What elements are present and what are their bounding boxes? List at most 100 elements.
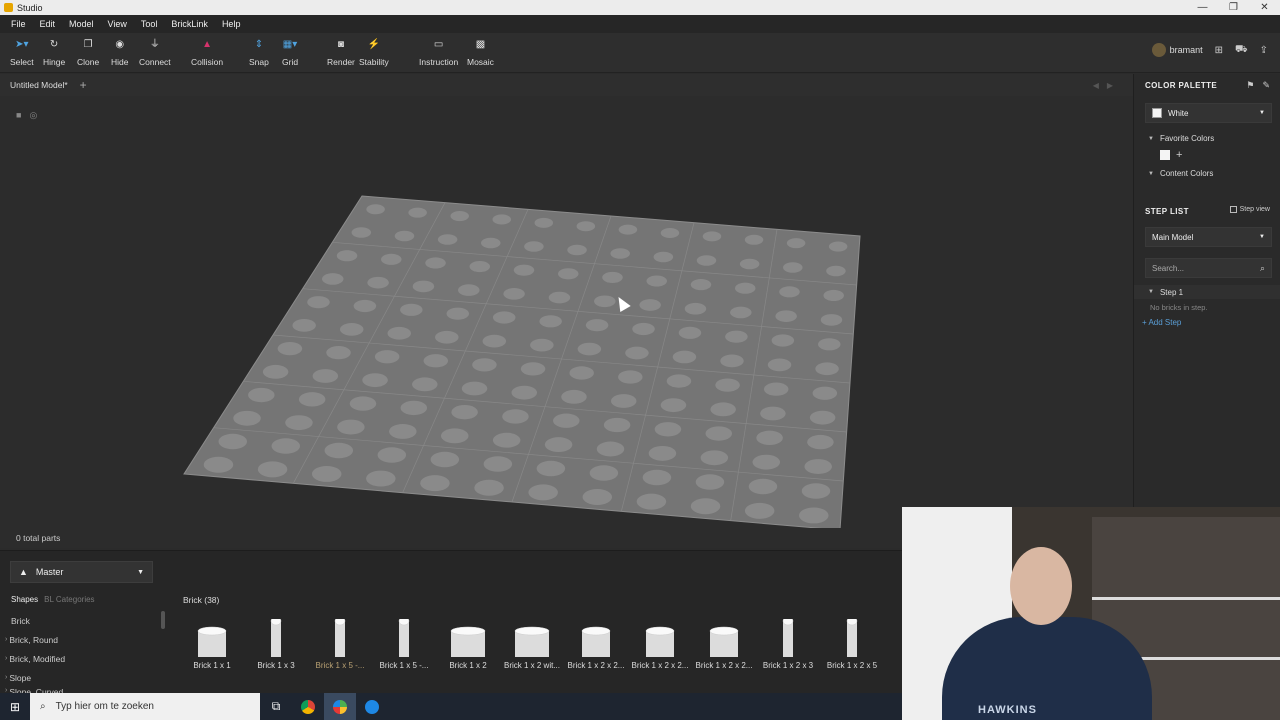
baseplate-stud <box>730 306 752 319</box>
3d-viewport[interactable]: ■ ◎ <box>0 96 1133 528</box>
baseplate-stud <box>589 465 619 481</box>
close-button[interactable]: ✕ <box>1249 2 1280 13</box>
instruction-button[interactable]: ▭ Instruction <box>419 37 458 67</box>
avatar[interactable] <box>1151 43 1166 57</box>
baseplate-stud <box>815 362 839 376</box>
baseplate-stud <box>666 374 692 388</box>
paint-icon[interactable]: ⚑ <box>1246 80 1254 91</box>
baseplate-stud <box>374 350 400 364</box>
brick-part-item[interactable]: Brick 1 x 2 x 3 <box>756 613 820 671</box>
snap-toggle-button[interactable]: ⇕ Snap <box>249 37 269 67</box>
menu-view[interactable]: View <box>101 19 134 29</box>
windows-start-icon[interactable]: ⊞ <box>0 700 30 714</box>
chevron-down-icon: ▼ <box>137 568 144 576</box>
baseplate-stud <box>783 262 803 273</box>
render-button[interactable]: ◙ Render <box>327 37 355 67</box>
category-slope[interactable]: › Slope <box>0 668 166 687</box>
brick-part-item[interactable]: Brick 1 x 2 x 2... <box>692 613 756 671</box>
clone-tool-button[interactable]: ❐ Clone <box>77 37 99 67</box>
brick-part-item[interactable]: Brick 1 x 2 x 5 <box>820 613 884 671</box>
eyedropper-icon[interactable]: ✎ <box>1262 80 1270 91</box>
add-tab-icon[interactable]: + <box>80 78 87 92</box>
stability-button[interactable]: ⚡ Stability <box>359 37 389 67</box>
baseplate-stud <box>585 319 609 332</box>
hinge-tool-button[interactable]: ↻ Hinge <box>43 37 65 67</box>
category-scrollbar[interactable] <box>161 611 165 629</box>
tab-untitled-model[interactable]: Untitled Model* <box>0 80 78 90</box>
windows-taskbar: ⊞ ⌕ Typ hier om te zoeken ⧉ <box>0 693 902 720</box>
clone-icon: ❐ <box>83 39 93 50</box>
baseplate[interactable] <box>0 96 1133 528</box>
minimize-button[interactable]: — <box>1187 2 1218 13</box>
menu-edit[interactable]: Edit <box>33 19 63 29</box>
hide-tool-button[interactable]: ◉ Hide <box>111 37 128 67</box>
brick-part-item[interactable]: Brick 1 x 3 <box>244 613 308 671</box>
brick-part-item[interactable]: Brick 1 x 5 -... <box>372 613 436 671</box>
baseplate-stud <box>520 362 546 376</box>
window-title: Studio <box>17 2 43 13</box>
taskbar-search-input[interactable]: ⌕ Typ hier om te zoeken <box>30 693 260 720</box>
menu-help[interactable]: Help <box>215 19 248 29</box>
baseplate-stud <box>450 211 469 222</box>
brick-part-item[interactable]: Brick 1 x 2 wit... <box>500 613 564 671</box>
studio-taskbar-icon[interactable] <box>324 693 356 720</box>
snap-icon: ⇕ <box>254 39 264 50</box>
baseplate-stud <box>705 426 733 441</box>
connect-tool-button[interactable]: ⏚ Connect <box>139 37 171 67</box>
grid-dropdown-button[interactable]: ▦▾ Grid <box>282 37 298 67</box>
brick-part-item[interactable]: Brick 1 x 2 x 2... <box>628 613 692 671</box>
menu-file[interactable]: File <box>4 19 33 29</box>
brick-part-item[interactable]: Brick 1 x 5 -... <box>308 613 372 671</box>
model-selector[interactable]: Main Model ▼ <box>1145 227 1272 247</box>
tab-nav-arrows-icon[interactable]: ◀▶ <box>1093 81 1121 90</box>
menu-model[interactable]: Model <box>62 19 101 29</box>
reset-view-icon[interactable]: ◎ <box>29 110 37 121</box>
baseplate-stud <box>381 253 402 265</box>
camera-icon[interactable]: ■ <box>16 110 21 121</box>
palette-selector[interactable]: ▲ Master ▼ <box>10 561 153 583</box>
baseplate-stud <box>420 475 450 492</box>
collision-toggle-button[interactable]: ▲ Collision <box>191 37 223 67</box>
baseplate-stud <box>779 286 800 298</box>
add-step-button[interactable]: + Add Step <box>1142 318 1181 327</box>
upload-icon[interactable]: ⇪ <box>1260 45 1268 56</box>
brick-part-label: Brick 1 x 2 x 5 <box>826 661 878 670</box>
tab-bl-categories[interactable]: BL Categories <box>44 595 94 604</box>
brick-part-label: Brick 1 x 2 x 2... <box>567 661 625 670</box>
category-brick-modified[interactable]: › Brick, Modified <box>0 649 166 668</box>
mosaic-button[interactable]: ▩ Mosaic <box>467 37 494 67</box>
task-view-icon[interactable]: ⧉ <box>260 693 292 720</box>
brick-part-item[interactable]: Brick 1 x 2 <box>436 613 500 671</box>
right-panel: COLOR PALETTE ⚑ ✎ White ▼ ▼ Favorite Col… <box>1133 74 1280 508</box>
grid-icon: ▦▾ <box>282 39 298 50</box>
step-view-checkbox[interactable]: Step view <box>1229 206 1270 213</box>
baseplate-stud <box>807 434 834 450</box>
favorite-colors-toggle[interactable]: ▼ Favorite Colors <box>1148 134 1214 143</box>
baseplate-surface[interactable] <box>183 195 861 528</box>
category-brick-round[interactable]: › Brick, Round <box>0 630 166 649</box>
category-brick[interactable]: Brick <box>0 611 166 630</box>
edge-icon[interactable] <box>356 693 388 720</box>
window-icon[interactable]: ⊞ <box>1215 45 1223 56</box>
favorite-color-swatch[interactable] <box>1160 150 1170 160</box>
menu-tool[interactable]: Tool <box>134 19 165 29</box>
color-selector[interactable]: White ▼ <box>1145 103 1272 123</box>
step-item[interactable]: ▼ Step 1 <box>1134 285 1280 299</box>
brick-part-item[interactable]: Brick 1 x 1 <box>180 613 244 671</box>
brick-part-item[interactable]: Brick 1 x 2 x 2... <box>564 613 628 671</box>
chrome-icon[interactable] <box>292 693 324 720</box>
baseplate-stud <box>799 507 829 524</box>
restore-button[interactable]: ❐ <box>1218 2 1249 13</box>
cart-icon[interactable]: ⛟ <box>1235 44 1248 57</box>
baseplate-stud <box>218 433 248 450</box>
brick-thumbnail-icon <box>194 619 230 659</box>
menu-bricklink[interactable]: BrickLink <box>164 19 215 29</box>
baseplate-stud <box>285 415 313 431</box>
add-favorite-icon[interactable]: + <box>1176 149 1182 161</box>
select-tool-button[interactable]: ➤▾ Select <box>10 37 34 67</box>
tab-shapes[interactable]: Shapes <box>11 595 38 604</box>
content-colors-toggle[interactable]: ▼ Content Colors <box>1148 169 1213 178</box>
step-search-input[interactable]: Search... ⌕ <box>1145 258 1272 278</box>
baseplate-stud <box>257 461 288 478</box>
username[interactable]: bramant <box>1170 45 1203 55</box>
